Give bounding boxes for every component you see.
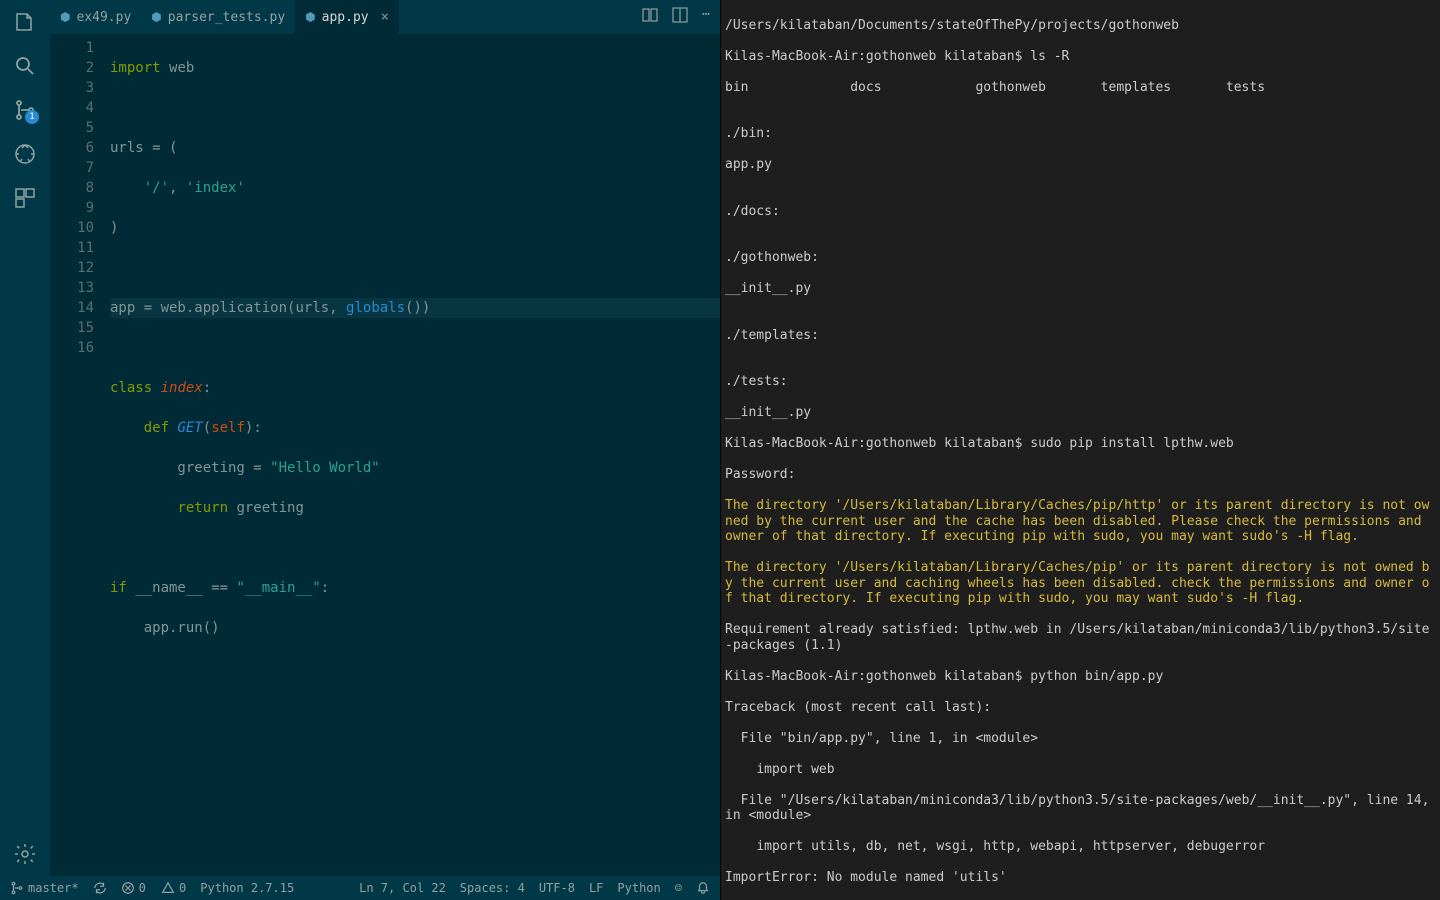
terminal-warning: The directory '/Users/kilataban/Library/… [725, 560, 1436, 607]
tab-app[interactable]: ⬢ app.py × [295, 0, 399, 34]
terminal-line: Requirement already satisfied: lpthw.web… [725, 622, 1436, 653]
split-editor-icon[interactable] [672, 7, 688, 27]
compare-changes-icon[interactable] [642, 7, 658, 27]
editor-pane: ⬢ ex49.py ⬢ parser_tests.py ⬢ app.py × ⋯ 123… [50, 0, 720, 900]
tab-label: parser_tests.py [168, 10, 285, 25]
terminal-line: Traceback (most recent call last): [725, 700, 1436, 716]
eol[interactable]: LF [589, 881, 603, 895]
notifications-bell-icon[interactable] [696, 881, 710, 895]
indentation[interactable]: Spaces: 4 [460, 881, 525, 895]
more-actions-icon[interactable]: ⋯ [702, 7, 710, 27]
problems[interactable]: 0 0 [121, 881, 187, 895]
tab-parser-tests[interactable]: ⬢ parser_tests.py [141, 0, 295, 34]
python-file-icon: ⬢ [60, 10, 70, 24]
explorer-icon[interactable] [13, 10, 37, 34]
tab-label: app.py [322, 10, 369, 25]
search-icon[interactable] [13, 54, 37, 78]
python-version[interactable]: Python 2.7.15 [200, 881, 294, 895]
tab-label: ex49.py [76, 10, 131, 25]
debug-icon[interactable] [13, 142, 37, 166]
terminal-line: bin docs gothonweb templates tests [725, 80, 1436, 96]
tab-ex49[interactable]: ⬢ ex49.py [50, 0, 141, 34]
tab-bar: ⬢ ex49.py ⬢ parser_tests.py ⬢ app.py × ⋯ [50, 0, 720, 34]
terminal-line: ./tests: [725, 374, 1436, 390]
terminal-line: File "/Users/kilataban/miniconda3/lib/py… [725, 793, 1436, 824]
terminal-line: __init__.py [725, 405, 1436, 421]
python-file-icon: ⬢ [305, 10, 315, 24]
python-file-icon: ⬢ [151, 10, 161, 24]
terminal-line: app.py [725, 157, 1436, 173]
source-control-icon[interactable]: 1 [13, 98, 37, 122]
terminal-line: Password: [725, 467, 1436, 483]
terminal-line: ./templates: [725, 328, 1436, 344]
language-mode[interactable]: Python [617, 881, 660, 895]
minimap[interactable] [656, 36, 716, 116]
terminal-line: import web [725, 762, 1436, 778]
extensions-icon[interactable] [13, 186, 37, 210]
terminal-pane[interactable]: /Users/kilataban/Documents/stateOfThePy/… [720, 0, 1440, 900]
tab-actions: ⋯ [642, 7, 720, 27]
settings-gear-icon[interactable] [13, 842, 37, 866]
terminal-line: Kilas-MacBook-Air:gothonweb kilataban$ l… [725, 49, 1436, 65]
cursor-position[interactable]: Ln 7, Col 22 [359, 881, 446, 895]
git-branch[interactable]: master* [10, 881, 79, 895]
feedback-smiley-icon[interactable]: ☺ [675, 881, 682, 895]
code-editor[interactable]: 12345678910111213141516 import web urls … [50, 34, 720, 900]
close-tab-icon[interactable]: × [381, 9, 389, 25]
terminal-line: import utils, db, net, wsgi, http, webap… [725, 839, 1436, 855]
terminal-line: File "bin/app.py", line 1, in <module> [725, 731, 1436, 747]
terminal-warning: The directory '/Users/kilataban/Library/… [725, 498, 1436, 545]
terminal-line: Kilas-MacBook-Air:gothonweb kilataban$ p… [725, 669, 1436, 685]
activity-bar: 1 [0, 0, 50, 900]
encoding[interactable]: UTF-8 [539, 881, 575, 895]
terminal-line: ./bin: [725, 126, 1436, 142]
terminal-line: ImportError: No module named 'utils' [725, 870, 1436, 886]
status-bar: master* 0 0 Python 2.7.15 Ln 7, Col 22 S… [0, 876, 720, 900]
terminal-line: __init__.py [725, 281, 1436, 297]
line-number-gutter: 12345678910111213141516 [50, 34, 110, 900]
terminal-line: Kilas-MacBook-Air:gothonweb kilataban$ s… [725, 436, 1436, 452]
terminal-line: /Users/kilataban/Documents/stateOfThePy/… [725, 18, 1436, 34]
code-content[interactable]: import web urls = ( '/', 'index' ) app =… [110, 34, 720, 900]
terminal-line: ./gothonweb: [725, 250, 1436, 266]
terminal-line: ./docs: [725, 204, 1436, 220]
sync-icon[interactable] [93, 881, 107, 895]
scm-badge: 1 [25, 110, 39, 124]
